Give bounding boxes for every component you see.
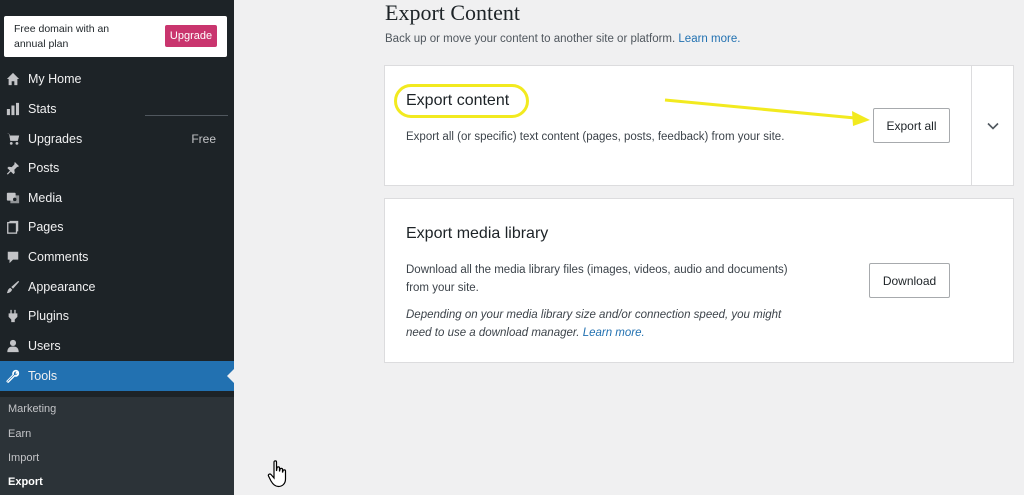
- page-description: Back up or move your content to another …: [385, 33, 740, 45]
- sidebar-item-label: Users: [28, 339, 61, 353]
- sidebar-item-posts[interactable]: Posts: [0, 153, 234, 183]
- sidebar-item-label: Plugins: [28, 309, 69, 323]
- sidebar-item-my-home[interactable]: My Home: [0, 64, 234, 94]
- submenu-item-earn[interactable]: Earn: [8, 428, 31, 440]
- page-title: Export Content: [385, 0, 521, 25]
- sidebar-item-label: Pages: [28, 220, 64, 234]
- export-media-note: Depending on your media library size and…: [406, 306, 796, 342]
- sidebar-item-label: Tools: [28, 369, 58, 383]
- sidebar-item-pages[interactable]: Pages: [0, 212, 234, 242]
- sidebar-item-upgrades[interactable]: Upgrades Free: [0, 124, 234, 154]
- submenu-item-export[interactable]: Export: [8, 476, 43, 488]
- export-media-title: Export media library: [406, 225, 549, 242]
- chevron-down-icon: [987, 122, 999, 130]
- export-all-button[interactable]: Export all: [873, 108, 950, 143]
- media-learn-more-link[interactable]: Learn more.: [583, 327, 645, 339]
- submenu-item-marketing[interactable]: Marketing: [8, 403, 56, 415]
- sidebar-item-users[interactable]: Users: [0, 331, 234, 361]
- pin-icon: [6, 161, 20, 175]
- sidebar-item-label: My Home: [28, 72, 82, 86]
- export-media-card: Export media library Download all the me…: [384, 198, 1014, 363]
- plugin-icon: [6, 309, 20, 323]
- promo-text: Free domain with an annual plan: [14, 23, 110, 50]
- cart-icon: [6, 132, 20, 146]
- pages-icon: [6, 220, 20, 234]
- sidebar-item-plugins[interactable]: Plugins: [0, 301, 234, 331]
- sidebar-item-media[interactable]: Media: [0, 183, 234, 213]
- media-icon: [6, 191, 20, 205]
- promo-banner: Free domain with an annual plan Upgrade: [4, 16, 227, 57]
- comment-icon: [6, 250, 20, 264]
- sidebar-item-label: Media: [28, 191, 63, 205]
- sidebar: Free domain with an annual plan Upgrade …: [0, 0, 234, 495]
- export-content-description: Export all (or specific) text content (p…: [406, 131, 785, 143]
- page-description-text: Back up or move your content to another …: [385, 33, 676, 45]
- highlight-oval: [394, 84, 529, 118]
- sidebar-item-comments[interactable]: Comments: [0, 242, 234, 272]
- stats-icon: [6, 102, 20, 116]
- export-media-description: Download all the media library files (im…: [406, 264, 788, 294]
- expand-button[interactable]: [972, 66, 1014, 185]
- sidebar-item-appearance[interactable]: Appearance: [0, 272, 234, 302]
- sidebar-item-tools[interactable]: Tools: [0, 361, 234, 391]
- submenu-item-import[interactable]: Import: [8, 452, 39, 464]
- user-icon: [6, 339, 20, 353]
- upgrade-button[interactable]: Upgrade: [165, 25, 217, 47]
- learn-more-link[interactable]: Learn more.: [678, 33, 740, 45]
- free-badge: Free: [191, 132, 216, 146]
- sidebar-item-label: Comments: [28, 250, 89, 264]
- sidebar-item-label: Appearance: [28, 280, 96, 294]
- home-icon: [6, 72, 20, 86]
- brush-icon: [6, 280, 20, 294]
- active-indicator: [227, 369, 234, 383]
- sidebar-item-label: Upgrades: [28, 132, 83, 146]
- sidebar-item-label: Stats: [28, 102, 57, 116]
- download-button[interactable]: Download: [869, 263, 950, 298]
- sidebar-item-label: Posts: [28, 161, 60, 175]
- wrench-icon: [6, 369, 20, 383]
- sidebar-item-stats[interactable]: Stats: [0, 94, 234, 124]
- tools-submenu: Marketing Earn Import Export: [0, 397, 234, 495]
- hand-cursor-icon: [267, 460, 287, 488]
